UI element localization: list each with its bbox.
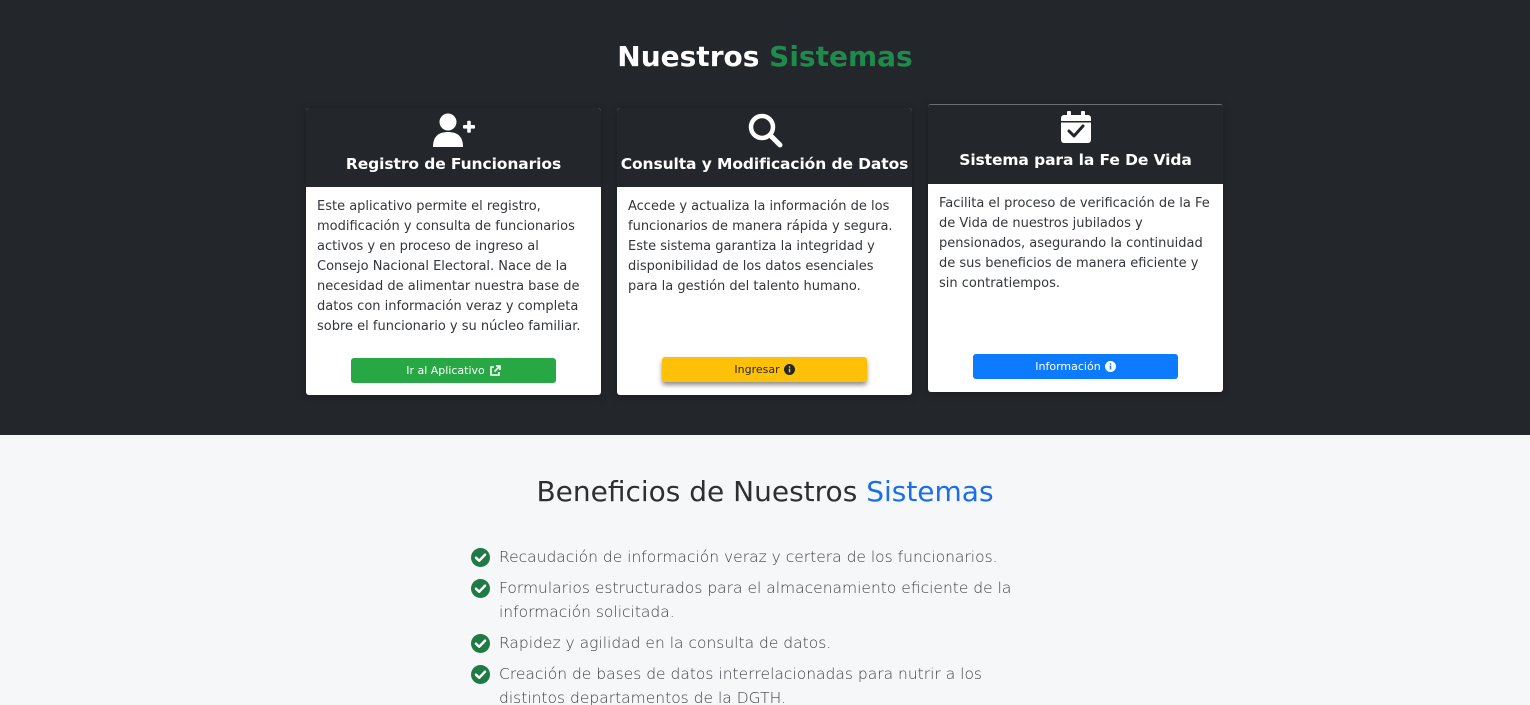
list-item: Recaudación de información veraz y certe… [471, 545, 1041, 569]
external-link-icon [489, 364, 501, 376]
benefits-section: Beneficios de Nuestros Sistemas Recaudac… [0, 435, 1530, 705]
benefit-text: Rapidez y agilidad en la consulta de dat… [499, 634, 832, 652]
button-label: Ir al Aplicativo [406, 364, 485, 377]
benefit-text: Formularios estructurados para el almace… [499, 579, 1012, 621]
systems-title-main: Nuestros [617, 40, 760, 73]
benefit-text: Creación de bases de datos interrelacion… [499, 665, 982, 705]
list-item: Rapidez y agilidad en la consulta de dat… [471, 631, 1041, 655]
check-circle-icon [471, 545, 491, 569]
card-description: Este aplicativo permite el registro, mod… [317, 199, 581, 334]
systems-section: Nuestros Sistemas Registro de Funcionari… [0, 0, 1530, 435]
check-circle-icon [471, 662, 491, 686]
card-actions: Ir al Aplicativo [306, 358, 601, 383]
list-item: Creación de bases de datos interrelacion… [471, 662, 1041, 705]
card-actions: Ingresar [617, 357, 912, 382]
benefits-title: Beneficios de Nuestros Sistemas [0, 475, 1530, 508]
card-header: Consulta y Modificación de Datos [617, 108, 912, 187]
user-plus-icon [306, 112, 601, 147]
ingresar-button[interactable]: Ingresar [662, 357, 867, 382]
card-title: Consulta y Modificación de Datos [620, 155, 909, 173]
info-circle-icon [1104, 361, 1116, 372]
benefit-text: Recaudación de información veraz y certe… [499, 548, 998, 566]
check-circle-icon [471, 576, 491, 600]
benefits-list: Recaudación de información veraz y certe… [471, 545, 1041, 705]
info-circle-icon [783, 364, 795, 375]
benefits-title-main: Beneficios de Nuestros [536, 475, 858, 508]
informacion-button[interactable]: Información [973, 354, 1178, 379]
card-title: Sistema para la Fe De Vida [959, 151, 1192, 169]
button-label: Información [1035, 360, 1101, 373]
card-consulta-modificacion: Consulta y Modificación de Datos Accede … [617, 108, 912, 395]
calendar-check-icon [928, 111, 1223, 143]
card-title: Registro de Funcionarios [345, 155, 562, 173]
benefits-title-accent: Sistemas [866, 475, 994, 508]
card-header: Registro de Funcionarios [306, 108, 601, 187]
card-fe-de-vida: Sistema para la Fe De Vida Facilita el p… [928, 104, 1223, 392]
card-description: Accede y actualiza la información de los… [628, 199, 893, 294]
list-item: Formularios estructurados para el almace… [471, 576, 1041, 624]
search-icon [617, 112, 912, 147]
card-registro-funcionarios: Registro de Funcionarios Este aplicativo… [306, 108, 601, 395]
card-actions: Información [928, 354, 1223, 379]
systems-title-accent: Sistemas [769, 40, 913, 73]
check-circle-icon [471, 631, 491, 655]
systems-title: Nuestros Sistemas [0, 40, 1530, 73]
card-description: Facilita el proceso de verificación de l… [939, 196, 1210, 291]
card-header: Sistema para la Fe De Vida [928, 104, 1223, 184]
button-label: Ingresar [734, 363, 780, 376]
ir-al-aplicativo-button[interactable]: Ir al Aplicativo [351, 358, 556, 383]
